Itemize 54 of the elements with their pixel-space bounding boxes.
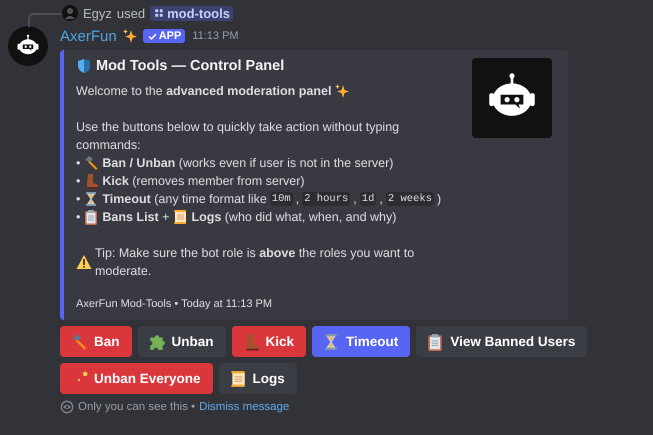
bullet-mark: • bbox=[76, 209, 80, 226]
shield-icon bbox=[76, 58, 92, 74]
embed-text: Kick (removes member from server) bbox=[102, 173, 305, 190]
message-time: 11:13 PM bbox=[192, 30, 239, 42]
embed-text: Welcome to the advanced moderation panel bbox=[76, 83, 332, 100]
embed-text: Ban / Unban (works even if user is not in the server) bbox=[102, 155, 394, 172]
inline-code: 2 weeks bbox=[386, 192, 434, 206]
bullet-mark: • bbox=[76, 191, 80, 208]
scroll-icon bbox=[228, 370, 247, 388]
action-button[interactable]: Unban Everyone bbox=[60, 363, 213, 394]
hammer-icon bbox=[83, 155, 100, 171]
embed-title: Mod Tools — Control Panel bbox=[96, 58, 284, 74]
embed-text: , bbox=[379, 191, 383, 208]
action-button[interactable]: View Banned Users bbox=[416, 326, 588, 357]
app-badge: APP bbox=[142, 29, 186, 43]
slash-command-icon bbox=[153, 7, 166, 19]
bullet-mark: • bbox=[76, 155, 80, 172]
eye-icon bbox=[60, 400, 74, 414]
check-icon bbox=[146, 30, 158, 42]
reply-action: used bbox=[116, 6, 146, 20]
embed-text: Bans List + bbox=[102, 209, 170, 226]
embed-text: Tip: Make sure the bot role is above the roles you want to moderate. bbox=[95, 245, 416, 280]
embed-text: Use the buttons below to quickly take action without typing commands: bbox=[76, 119, 400, 154]
bullet-mark: • bbox=[76, 173, 80, 190]
author-name[interactable]: AxerFun bbox=[60, 28, 117, 44]
sparkles-icon bbox=[334, 83, 350, 99]
embed-text: Logs (who did what, when, and why) bbox=[191, 209, 396, 226]
command-mention[interactable]: mod-tools bbox=[150, 6, 233, 20]
embed-text: , bbox=[296, 191, 300, 208]
puzzle-icon bbox=[148, 332, 166, 350]
embed-footer: AxerFun Mod-Tools • Today at 11:13 PM bbox=[76, 298, 456, 310]
hammer-icon bbox=[70, 332, 88, 350]
action-button[interactable]: Ban bbox=[60, 326, 132, 357]
inline-code: 2 hours bbox=[302, 192, 350, 206]
warning-icon bbox=[76, 254, 92, 270]
embed-text: ) bbox=[436, 191, 442, 208]
embed-text: Timeout (any time format like bbox=[102, 191, 267, 208]
action-button[interactable]: Unban bbox=[138, 326, 226, 357]
sparkles-icon bbox=[122, 28, 138, 44]
action-button[interactable]: Logs bbox=[218, 363, 297, 394]
clipboard-icon bbox=[83, 209, 100, 225]
embed-text: , bbox=[353, 191, 357, 208]
inline-code: 10m bbox=[270, 192, 293, 206]
action-button[interactable]: Kick bbox=[232, 326, 306, 357]
wand-icon bbox=[70, 370, 88, 388]
action-button[interactable]: Timeout bbox=[312, 326, 410, 357]
reply-username: Egyz bbox=[83, 6, 112, 20]
scroll-icon bbox=[172, 209, 188, 225]
clipboard-icon bbox=[426, 332, 444, 350]
ephemeral-note: Only you can see this • bbox=[78, 401, 196, 413]
bot-avatar[interactable] bbox=[8, 26, 48, 66]
inline-code: 1d bbox=[360, 192, 376, 206]
user-avatar-icon bbox=[62, 5, 78, 21]
dismiss-link[interactable]: Dismiss message bbox=[199, 401, 290, 413]
